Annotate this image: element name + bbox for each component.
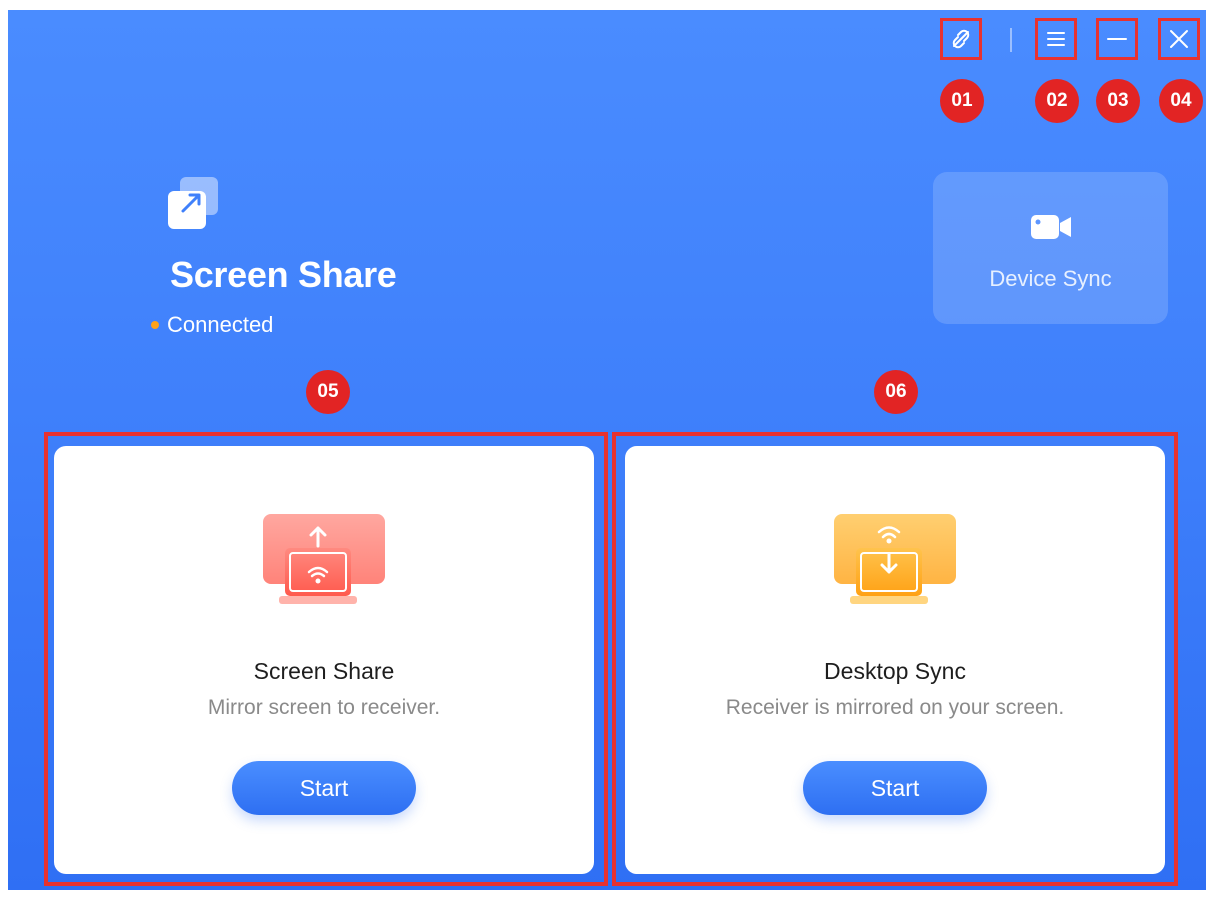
device-sync-button[interactable]: Device Sync <box>933 172 1168 324</box>
marker-01: 01 <box>940 79 984 123</box>
page-title: Screen Share <box>170 254 397 295</box>
disconnect-button[interactable] <box>940 18 982 60</box>
screen-share-illustration <box>263 514 385 604</box>
marker-06: 06 <box>874 370 918 414</box>
close-icon <box>1170 30 1188 48</box>
marker-04: 04 <box>1159 79 1203 123</box>
desktop-sync-illustration <box>834 514 956 604</box>
video-camera-icon <box>1031 215 1071 239</box>
marker-05: 05 <box>306 370 350 414</box>
connection-status: Connected <box>151 312 273 338</box>
app-window: 01 02 03 04 Screen Share Connected Devic… <box>8 10 1206 890</box>
card-title: Desktop Sync <box>824 658 966 684</box>
screen-share-start-button[interactable]: Start <box>232 761 416 815</box>
status-text: Connected <box>167 312 274 337</box>
minimize-icon <box>1107 38 1127 40</box>
marker-02: 02 <box>1035 79 1079 123</box>
card-title: Screen Share <box>253 658 395 684</box>
desktop-sync-start-button[interactable]: Start <box>803 761 987 815</box>
screen-share-app-icon <box>168 177 218 229</box>
menu-button[interactable] <box>1035 18 1077 60</box>
titlebar-divider <box>1010 28 1012 52</box>
marker-03: 03 <box>1096 79 1140 123</box>
device-sync-label: Device Sync <box>989 266 1112 291</box>
card-description: Mirror screen to receiver. <box>207 696 441 719</box>
close-button[interactable] <box>1158 18 1200 60</box>
desktop-sync-card[interactable]: Desktop Sync Receiver is mirrored on you… <box>625 446 1165 874</box>
screen-share-card[interactable]: Screen Share Mirror screen to receiver. … <box>54 446 594 874</box>
minimize-button[interactable] <box>1096 18 1138 60</box>
card-description: Receiver is mirrored on your screen. <box>725 696 1065 719</box>
menu-icon <box>1047 32 1065 46</box>
link-off-icon <box>952 29 970 49</box>
status-dot <box>151 321 159 329</box>
